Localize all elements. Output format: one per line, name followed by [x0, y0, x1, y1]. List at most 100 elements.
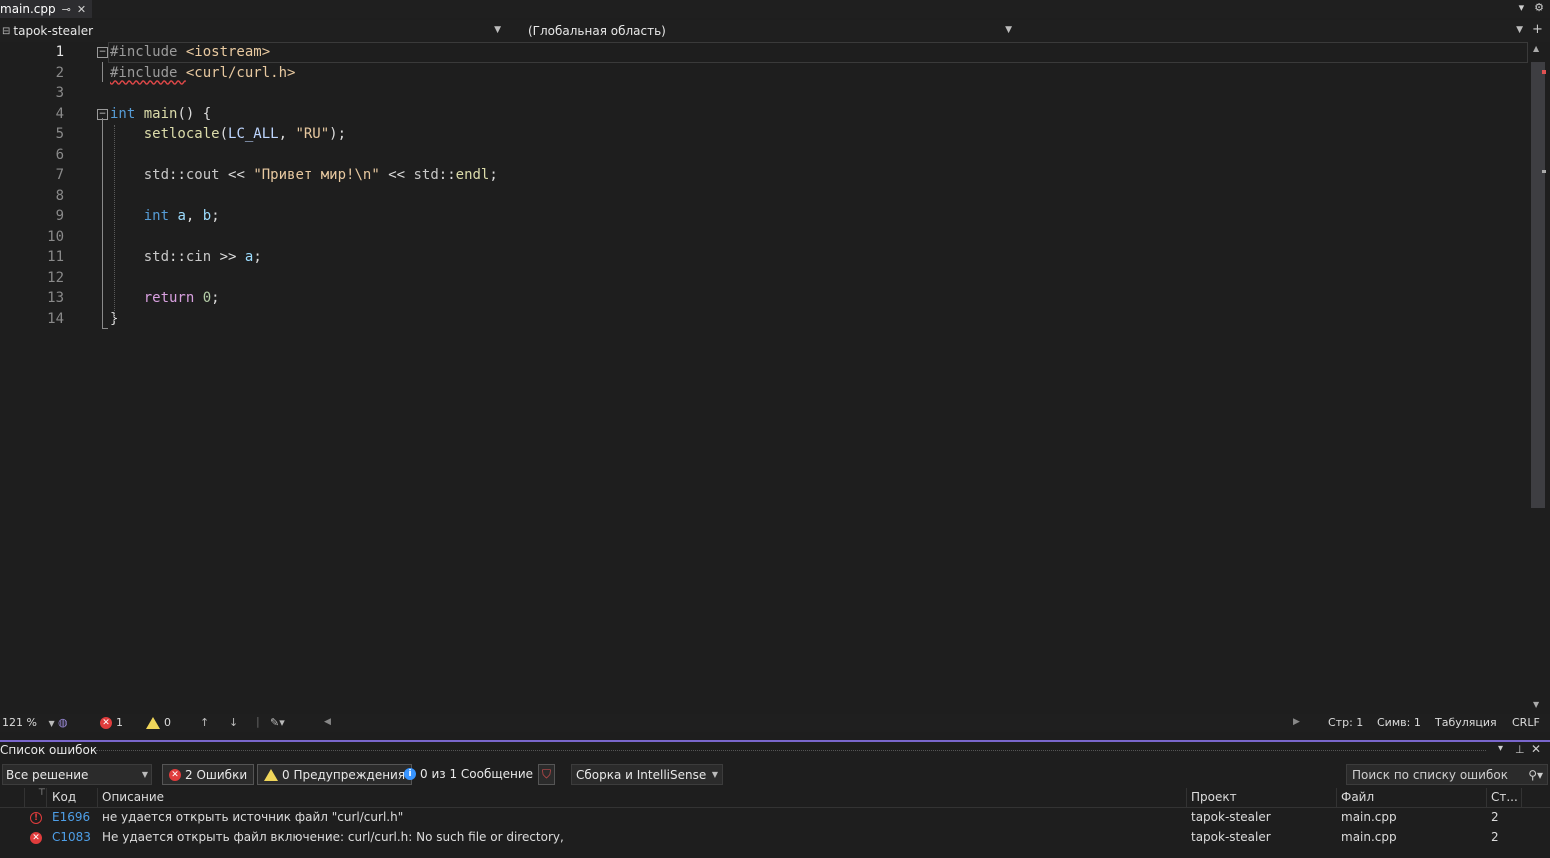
- eol-indicator[interactable]: CRLF: [1512, 716, 1540, 729]
- code-line[interactable]: return 0;: [110, 288, 220, 309]
- status-errors[interactable]: ✕ 1: [100, 716, 123, 729]
- build-source-select[interactable]: Сборка и IntelliSense ▼: [571, 764, 723, 785]
- line-number: 4: [55, 105, 64, 122]
- line-number: 2: [55, 64, 64, 81]
- line-number: 8: [55, 187, 64, 204]
- indent-indicator[interactable]: Табуляция: [1435, 716, 1497, 729]
- messages-filter-label: 0 из 1 Сообщение: [420, 766, 534, 781]
- code-token: main: [143, 105, 178, 122]
- warning-icon: [146, 716, 160, 729]
- chevron-down-icon[interactable]: ▾: [1498, 743, 1503, 754]
- line-number: 7: [55, 167, 64, 183]
- intellisense-error-icon: !: [30, 809, 42, 824]
- messages-filter-button[interactable]: i 0 из 1 Сообщение: [404, 764, 533, 783]
- chevron-down-icon: ▼: [1005, 25, 1012, 35]
- project-icon: ⊟: [2, 25, 11, 37]
- code-cleanup-icon[interactable]: ✎▾: [270, 716, 285, 729]
- warnings-filter-button[interactable]: 0 Предупреждения: [257, 764, 413, 785]
- pin-icon[interactable]: ⊸: [62, 3, 71, 16]
- zoom-select[interactable]: 121 % ▼: [2, 716, 55, 729]
- code-token: );: [329, 126, 347, 142]
- pin-icon[interactable]: ⊥: [1515, 743, 1525, 756]
- arrow-up-icon[interactable]: ↑: [200, 716, 209, 729]
- errors-filter-label: 2 Ошибки: [185, 767, 248, 782]
- code-line[interactable]: std::cout << "Привет мир!\n" << std::end…: [110, 165, 498, 186]
- member-dropdown[interactable]: ▼: [1019, 22, 1527, 40]
- code-token: cout: [185, 167, 220, 183]
- column-separator: [46, 788, 47, 808]
- scroll-right-icon[interactable]: ▶: [1293, 717, 1300, 727]
- project-dropdown[interactable]: ⊟ tapok-stealer ▼: [0, 22, 505, 40]
- column-file[interactable]: Файл: [1341, 790, 1374, 804]
- error-file: main.cpp: [1341, 830, 1397, 844]
- code-token: ,: [278, 126, 296, 142]
- build-error-icon: ✕: [30, 829, 42, 844]
- code-token: ;: [253, 249, 262, 265]
- code-token: (: [219, 126, 229, 142]
- error-description: Не удается открыть файл включение: curl/…: [102, 830, 564, 844]
- search-input[interactable]: Поиск по списку ошибок ⚲▾: [1346, 764, 1548, 785]
- scroll-down-icon[interactable]: ▼: [1533, 700, 1539, 709]
- error-code[interactable]: C1083: [52, 830, 91, 844]
- fold-toggle-icon[interactable]: −: [97, 47, 108, 58]
- search-icon[interactable]: ⚲▾: [1528, 768, 1543, 782]
- table-row[interactable]: ! E1696 не удается открыть источник файл…: [0, 808, 1550, 828]
- scroll-up-icon[interactable]: ▲: [1533, 44, 1539, 53]
- arrow-down-icon[interactable]: ↓: [229, 716, 238, 729]
- warning-count: 0: [164, 716, 171, 729]
- code-token: return: [143, 290, 195, 306]
- line-indicator[interactable]: Стр: 1: [1328, 716, 1363, 729]
- code-token: int: [110, 105, 136, 122]
- column-description[interactable]: Описание: [102, 790, 164, 804]
- tab-main-cpp[interactable]: main.cpp ⊸ ✕: [0, 0, 92, 18]
- error-project: tapok-stealer: [1191, 810, 1271, 824]
- scope-dropdown[interactable]: (Глобальная область) ▼: [508, 22, 1016, 40]
- column-project[interactable]: Проект: [1191, 790, 1237, 804]
- code-token: <<: [219, 167, 254, 183]
- scrollbar-thumb[interactable]: [1531, 62, 1545, 508]
- code-token: std: [143, 167, 170, 183]
- line-number: 12: [47, 269, 64, 286]
- chevron-down-icon[interactable]: ▾: [1519, 1, 1525, 14]
- scope-label: (Глобальная область): [528, 24, 666, 38]
- status-warnings[interactable]: 0: [146, 716, 171, 729]
- code-token: <<: [379, 167, 414, 183]
- intellicode-icon[interactable]: ◍: [58, 716, 68, 729]
- sort-icon[interactable]: ⊤: [38, 788, 46, 798]
- gear-icon[interactable]: ⚙: [1534, 1, 1544, 14]
- close-icon[interactable]: ✕: [1531, 742, 1541, 756]
- code-line[interactable]: int main() {: [110, 104, 211, 125]
- error-line: 2: [1491, 810, 1499, 824]
- table-row[interactable]: ✕ C1083 Не удается открыть файл включени…: [0, 828, 1550, 848]
- filter-icon[interactable]: ⛉: [538, 764, 556, 785]
- column-line[interactable]: Ст...: [1491, 790, 1518, 804]
- warnings-filter-label: 0 Предупреждения: [282, 767, 406, 782]
- code-line[interactable]: std::cin >> a;: [110, 247, 262, 268]
- fold-line: [102, 62, 103, 82]
- code-line[interactable]: setlocale(LC_ALL, "RU");: [110, 124, 346, 145]
- code-editor[interactable]: 1 2 3 4 5 6 7 8 9 10 11 12 13 14 #include <iostream> #…: [0, 42, 1528, 712]
- scroll-left-icon[interactable]: ◀: [324, 717, 331, 727]
- code-token: LC_ALL: [228, 126, 279, 142]
- line-number: 3: [55, 85, 64, 101]
- tabbar-right-icons: ▾ ⚙: [1519, 1, 1544, 14]
- line-number: 14: [47, 310, 64, 327]
- errors-filter-button[interactable]: ✕ 2 Ошибки: [162, 764, 255, 785]
- column-indicator[interactable]: Симв: 1: [1377, 716, 1421, 729]
- close-icon[interactable]: ✕: [77, 3, 86, 16]
- column-code[interactable]: Код: [52, 790, 76, 804]
- code-line[interactable]: #include <curl/curl.h>: [110, 63, 295, 84]
- error-code[interactable]: E1696: [52, 810, 90, 824]
- code-token: a: [177, 208, 186, 224]
- split-editor-icon[interactable]: +: [1532, 22, 1543, 37]
- panel-drag-area[interactable]: [96, 750, 1486, 751]
- build-source-value: Сборка и IntelliSense: [576, 767, 707, 782]
- code-token: \n: [354, 167, 372, 183]
- scope-filter-select[interactable]: Все решение ▼: [2, 764, 152, 785]
- current-line-highlight: [108, 42, 1528, 63]
- code-line[interactable]: int a, b;: [110, 206, 220, 227]
